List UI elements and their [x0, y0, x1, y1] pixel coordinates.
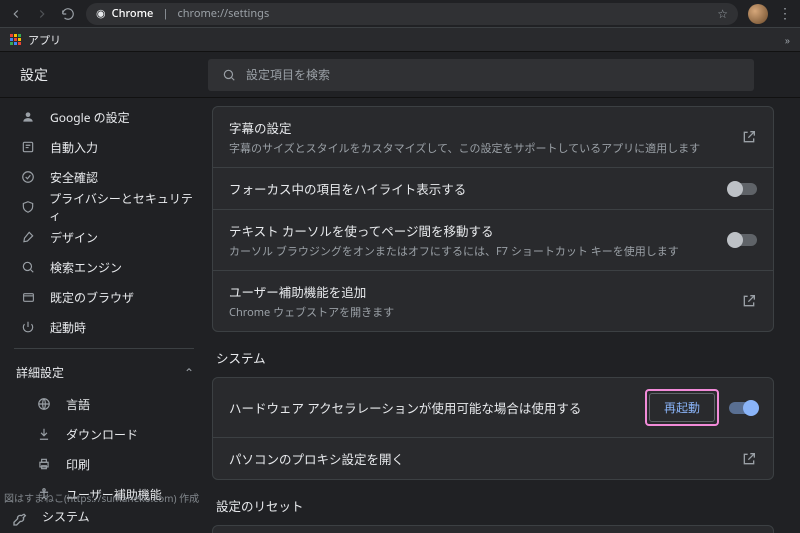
back-button[interactable] — [8, 6, 24, 22]
globe-icon — [36, 397, 52, 411]
settings-search[interactable]: 設定項目を検索 — [208, 59, 754, 91]
brush-icon — [20, 230, 36, 244]
bookmark-bar: アプリ » — [0, 28, 800, 52]
browser-toolbar: ◉ Chrome | chrome://settings ☆ ⋮ — [0, 0, 800, 28]
sidebar-item-search-engine[interactable]: 検索エンジン — [0, 252, 208, 282]
person-icon — [20, 110, 36, 124]
settings-content: 字幕の設定字幕のサイズとスタイルをカスタマイズして、この設定をサポートしているア… — [208, 98, 800, 533]
reload-button[interactable] — [60, 6, 76, 22]
print-icon — [36, 457, 52, 471]
url-host: Chrome — [112, 6, 154, 21]
bookmark-star-icon[interactable]: ☆ — [717, 5, 728, 22]
sidebar-advanced-toggle[interactable]: 詳細設定 ⌃ — [0, 355, 208, 389]
apps-label[interactable]: アプリ — [28, 32, 61, 48]
page-title: 設定 — [16, 65, 208, 85]
external-link-icon — [741, 293, 757, 309]
profile-avatar[interactable] — [748, 4, 768, 24]
kebab-menu-icon[interactable]: ⋮ — [778, 4, 792, 23]
site-icon: ◉ — [96, 6, 106, 21]
system-card: ハードウェア アクセラレーションが使用可能な場合は使用する 再起動 パソコンのプ… — [212, 377, 774, 480]
bookmark-overflow-icon[interactable]: » — [785, 33, 790, 47]
autofill-icon — [20, 140, 36, 154]
check-icon — [20, 170, 36, 184]
relaunch-highlight: 再起動 — [645, 389, 719, 426]
search-icon — [20, 260, 36, 274]
relaunch-button[interactable]: 再起動 — [649, 393, 715, 422]
power-icon — [20, 320, 36, 334]
reset-section-title: 設定のリセット — [216, 496, 770, 515]
row-reset[interactable]: 設定を元の既定値に戻す ▸ — [213, 526, 773, 533]
sidebar-item-google[interactable]: Google の設定 — [0, 102, 208, 132]
row-add-accessibility[interactable]: ユーザー補助機能を追加Chrome ウェブストアを開きます — [213, 271, 773, 331]
sidebar-item-privacy[interactable]: プライバシーとセキュリティ — [0, 192, 208, 222]
sidebar-item-autofill[interactable]: 自動入力 — [0, 132, 208, 162]
download-icon — [36, 427, 52, 441]
omnibox[interactable]: ◉ Chrome | chrome://settings ☆ — [86, 3, 738, 25]
apps-icon[interactable] — [10, 34, 22, 46]
settings-header: 設定 設定項目を検索 — [0, 52, 800, 98]
sidebar-item-startup[interactable]: 起動時 — [0, 312, 208, 342]
row-captions[interactable]: 字幕の設定字幕のサイズとスタイルをカスタマイズして、この設定をサポートしているア… — [213, 107, 773, 168]
sidebar-item-appearance[interactable]: デザイン — [0, 222, 208, 252]
sidebar-item-language[interactable]: 言語 — [0, 389, 208, 419]
shield-icon — [20, 200, 35, 214]
search-icon — [222, 68, 236, 82]
row-focus-highlight[interactable]: フォーカス中の項目をハイライト表示する — [213, 168, 773, 210]
sidebar-item-safety[interactable]: 安全確認 — [0, 162, 208, 192]
accessibility-card: 字幕の設定字幕のサイズとスタイルをカスタマイズして、この設定をサポートしているア… — [212, 106, 774, 332]
browser-icon — [20, 291, 36, 304]
row-hw-accel[interactable]: ハードウェア アクセラレーションが使用可能な場合は使用する 再起動 — [213, 378, 773, 438]
forward-button[interactable] — [34, 6, 50, 22]
sidebar-item-default-browser[interactable]: 既定のブラウザ — [0, 282, 208, 312]
url-path: chrome://settings — [177, 6, 269, 21]
image-watermark: 図はすまねこ(https://sumaneko.com) 作成 — [4, 490, 199, 505]
sidebar-item-print[interactable]: 印刷 — [0, 449, 208, 479]
system-section-title: システム — [216, 348, 770, 367]
row-proxy[interactable]: パソコンのプロキシ設定を開く — [213, 438, 773, 479]
external-link-icon — [741, 451, 757, 467]
chevron-up-icon: ⌃ — [184, 364, 194, 381]
hw-accel-toggle[interactable] — [729, 402, 757, 414]
focus-toggle[interactable] — [729, 183, 757, 195]
wrench-icon — [12, 511, 28, 527]
footer-system-label: システム — [42, 508, 90, 525]
row-caret-browsing[interactable]: テキスト カーソルを使ってページ間を移動するカーソル ブラウジングをオンまたはオ… — [213, 210, 773, 271]
sidebar-item-downloads[interactable]: ダウンロード — [0, 419, 208, 449]
settings-sidebar: Google の設定 自動入力 安全確認 プライバシーとセキュリティ デザイン … — [0, 98, 208, 533]
caret-toggle[interactable] — [729, 234, 757, 246]
search-placeholder: 設定項目を検索 — [246, 66, 330, 83]
reset-card: 設定を元の既定値に戻す ▸ — [212, 525, 774, 533]
external-link-icon — [741, 129, 757, 145]
